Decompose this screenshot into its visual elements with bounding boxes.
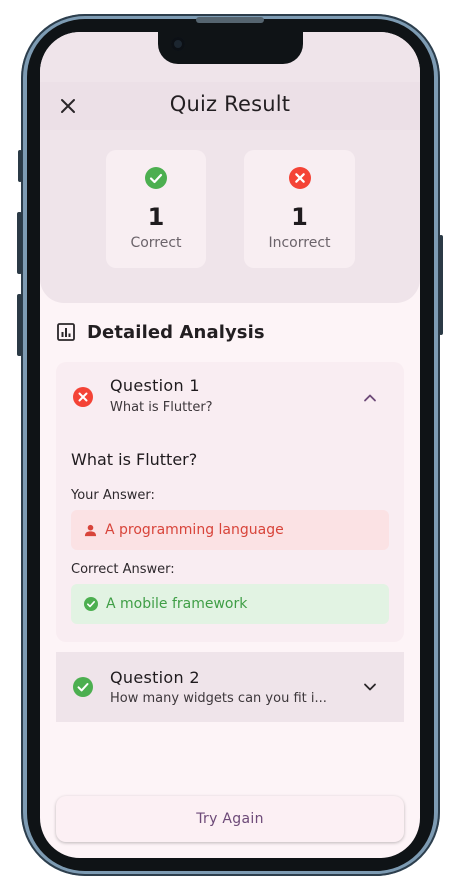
person-icon [84,524,97,536]
section-title: Detailed Analysis [87,321,265,343]
question-1-subtitle: What is Flutter? [110,400,213,415]
phone-volume-up-button [17,212,22,274]
your-answer-label: Your Answer: [71,488,155,503]
page-title: Quiz Result [169,92,291,116]
detailed-analysis-heading: Detailed Analysis [56,320,265,344]
front-camera [171,37,185,51]
check-circle-icon [84,597,98,611]
phone-notch [158,32,303,64]
correct-label: Correct [130,235,182,251]
phone-power-button [439,235,443,335]
incorrect-count-card: 1 Incorrect [244,150,355,268]
your-answer-box: A programming language [71,510,389,550]
correct-answer-value: A mobile framework [106,596,248,612]
analytics-icon [57,323,75,341]
phone-volume-down-button [17,294,22,356]
check-circle-icon [73,677,93,697]
incorrect-count: 1 [291,203,308,231]
question-panel-2[interactable]: Question 2 How many widgets can you fit … [56,652,404,722]
correct-count: 1 [147,203,165,231]
correct-count-card: 1 Correct [106,150,206,268]
cancel-circle-icon [73,387,93,407]
result-header: Quiz Result 1 Correct 1 Incorrect [40,32,420,303]
app-screen: Quiz Result 1 Correct 1 Incorrect Detail… [40,32,420,858]
chevron-up-icon[interactable] [362,390,378,406]
question-1-title: Question 1 [110,376,200,395]
phone-speaker [196,17,264,23]
check-circle-icon [145,167,167,189]
try-again-button[interactable]: Try Again [56,796,404,842]
question-panel-1: Question 1 What is Flutter? What is Flut… [56,362,404,642]
question-2-subtitle: How many widgets can you fit i... [110,691,327,706]
cancel-circle-icon [288,167,311,189]
question-1-header[interactable]: Question 1 What is Flutter? [56,362,404,436]
chevron-down-icon[interactable] [362,679,378,695]
question-2-title: Question 2 [110,668,200,687]
correct-answer-label: Correct Answer: [71,562,175,577]
app-bar: Quiz Result [40,82,420,130]
incorrect-label: Incorrect [268,235,331,251]
question-1-text: What is Flutter? [71,450,198,469]
phone-mute-button [18,150,22,182]
your-answer-value: A programming language [105,522,284,538]
correct-answer-box: A mobile framework [71,584,389,624]
